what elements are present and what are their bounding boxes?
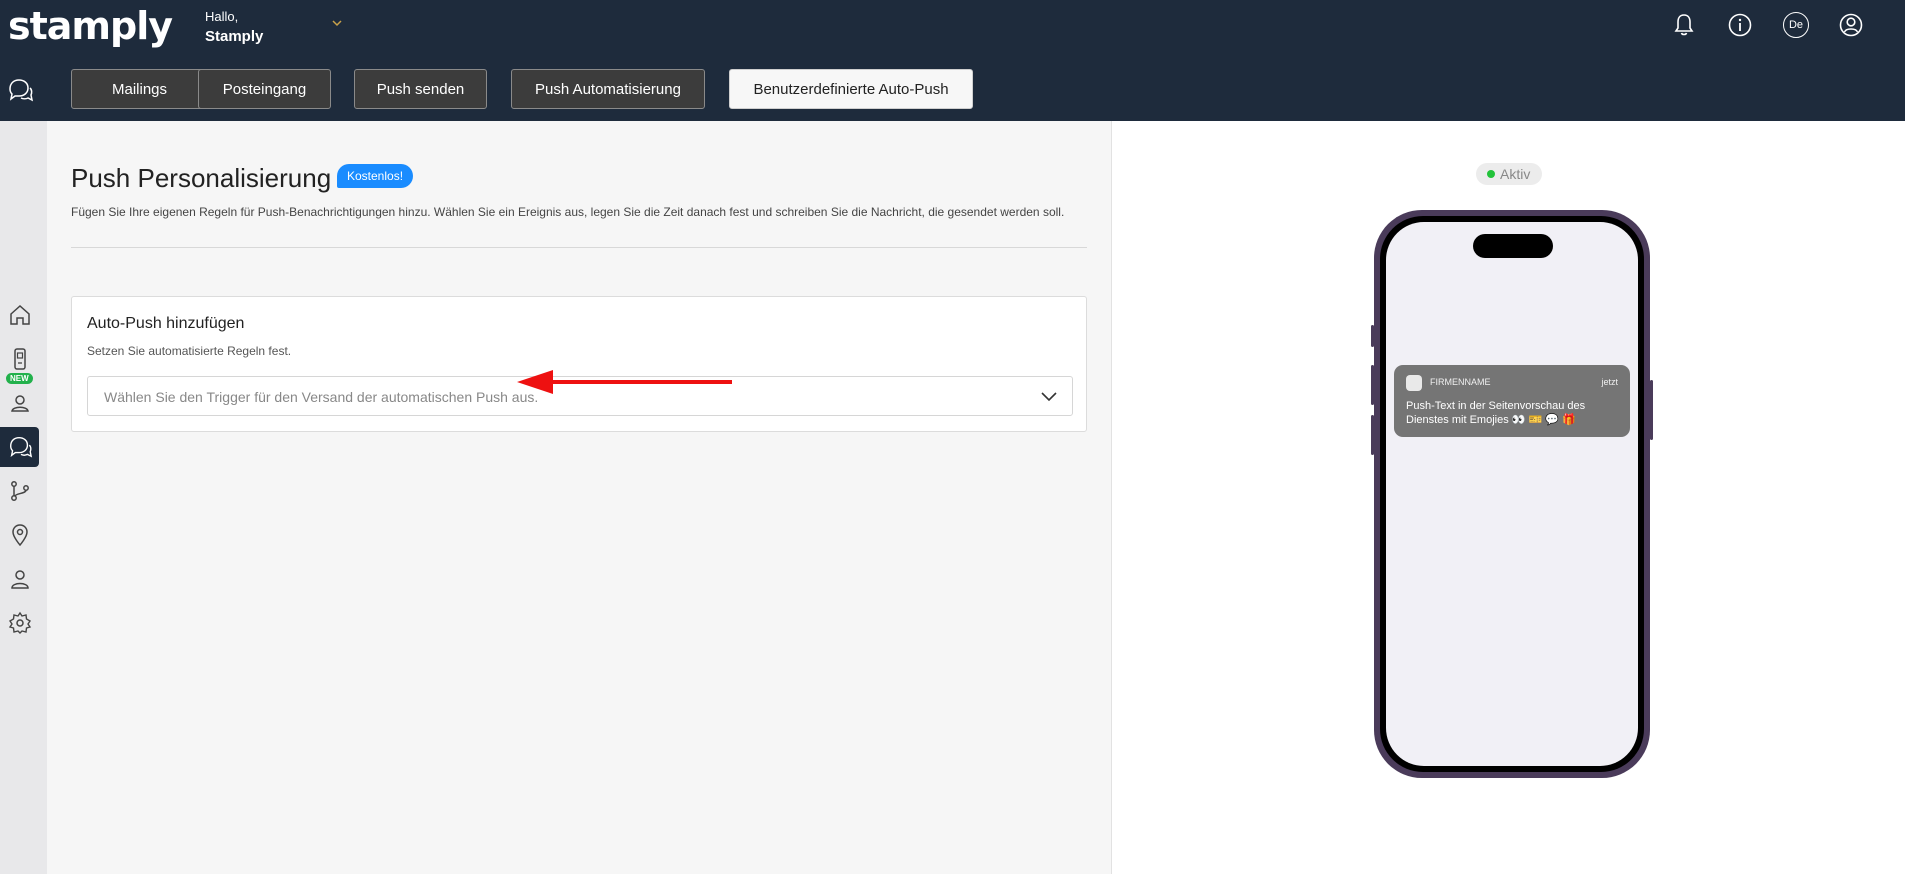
page-subtitle: Fügen Sie Ihre eigenen Regeln für Push-B… — [71, 205, 1065, 219]
tab-push-automatisierung[interactable]: Push Automatisierung — [511, 69, 705, 109]
card-title: Auto-Push hinzufügen — [87, 315, 245, 332]
status-label: Aktiv — [1500, 166, 1531, 182]
tab-label: Posteingang — [222, 80, 307, 98]
phone-side-button — [1371, 365, 1374, 405]
tab-label: Push senden — [376, 80, 465, 98]
tab-label: Benutzerdefinierte Auto-Push — [753, 80, 949, 98]
status-badge: Aktiv — [1476, 163, 1543, 185]
phone-side-button — [1371, 325, 1374, 347]
sidebar-item-users[interactable] — [0, 383, 39, 423]
sidebar: NEW — [0, 121, 47, 874]
greeting-text: Hallo, — [205, 9, 239, 24]
divider — [71, 247, 1087, 248]
tab-label: Mailings — [111, 80, 168, 98]
info-icon[interactable] — [1727, 12, 1753, 38]
notification-time: jetzt — [1601, 377, 1618, 387]
phone-side-button — [1650, 380, 1653, 440]
push-notification-preview: FIRMENNAME jetzt Push-Text in der Seiten… — [1394, 365, 1630, 437]
chevron-down-icon — [1041, 392, 1057, 402]
free-badge: Kostenlos! — [337, 164, 414, 188]
phone-mockup: FIRMENNAME jetzt Push-Text in der Seiten… — [1371, 210, 1653, 778]
home-icon — [9, 304, 30, 325]
status-dot — [1487, 170, 1495, 178]
device-icon — [13, 348, 26, 370]
trigger-select-placeholder: Wählen Sie den Trigger für den Versand d… — [104, 389, 539, 405]
app-icon — [1406, 375, 1422, 391]
user-name: Stamply — [205, 28, 264, 45]
tab-label: Push Automatisierung — [535, 80, 681, 98]
users-icon — [10, 395, 29, 412]
page-title: Push Personalisierung — [71, 163, 332, 193]
profile-icon — [10, 570, 29, 589]
tab-posteingang[interactable]: Posteingang — [198, 69, 331, 109]
language-label: De — [1788, 19, 1804, 31]
tab-benutzerdefinierte-auto-push[interactable]: Benutzerdefinierte Auto-Push — [729, 69, 973, 109]
stamply-logo[interactable]: stamply — [8, 4, 173, 48]
red-arrow-annotation — [517, 370, 732, 394]
phone-screen: FIRMENNAME jetzt Push-Text in der Seiten… — [1386, 222, 1638, 766]
chat-icon — [9, 79, 34, 102]
sidebar-item-settings[interactable] — [0, 603, 39, 643]
main-content: Push Personalisierung Kostenlos! Fügen S… — [47, 121, 1112, 874]
auto-push-card: Auto-Push hinzufügen Setzen Sie automati… — [71, 296, 1087, 432]
tab-mailings[interactable]: Mailings — [71, 69, 208, 109]
sidebar-item-profile[interactable] — [0, 559, 39, 599]
user-icon[interactable] — [1838, 12, 1864, 38]
notification-app-name: FIRMENNAME — [1430, 377, 1491, 387]
top-header: stamply Hallo, Stamply De Mailings Poste… — [0, 0, 1905, 121]
settings-icon — [8, 611, 31, 634]
phone-bezel: FIRMENNAME jetzt Push-Text in der Seiten… — [1380, 216, 1644, 772]
sidebar-item-chat[interactable] — [0, 427, 39, 467]
chat-icon — [9, 437, 32, 458]
chevron-down-icon[interactable] — [330, 16, 344, 30]
user-greeting[interactable]: Hallo, Stamply — [205, 7, 263, 47]
tab-push-senden[interactable]: Push senden — [354, 69, 487, 109]
phone-side-button — [1371, 415, 1374, 455]
dynamic-island — [1473, 234, 1553, 258]
sidebar-item-location[interactable] — [0, 515, 39, 555]
sidebar-item-home[interactable] — [0, 295, 39, 335]
sidebar-item-flow[interactable] — [0, 471, 39, 511]
notification-body: Push-Text in der Seitenvorschau des Dien… — [1406, 400, 1586, 426]
location-icon — [11, 524, 28, 547]
bell-icon[interactable] — [1671, 12, 1697, 38]
language-icon[interactable]: De — [1783, 12, 1809, 38]
card-subtitle: Setzen Sie automatisierte Regeln fest. — [87, 344, 292, 358]
flow-icon — [10, 481, 29, 501]
